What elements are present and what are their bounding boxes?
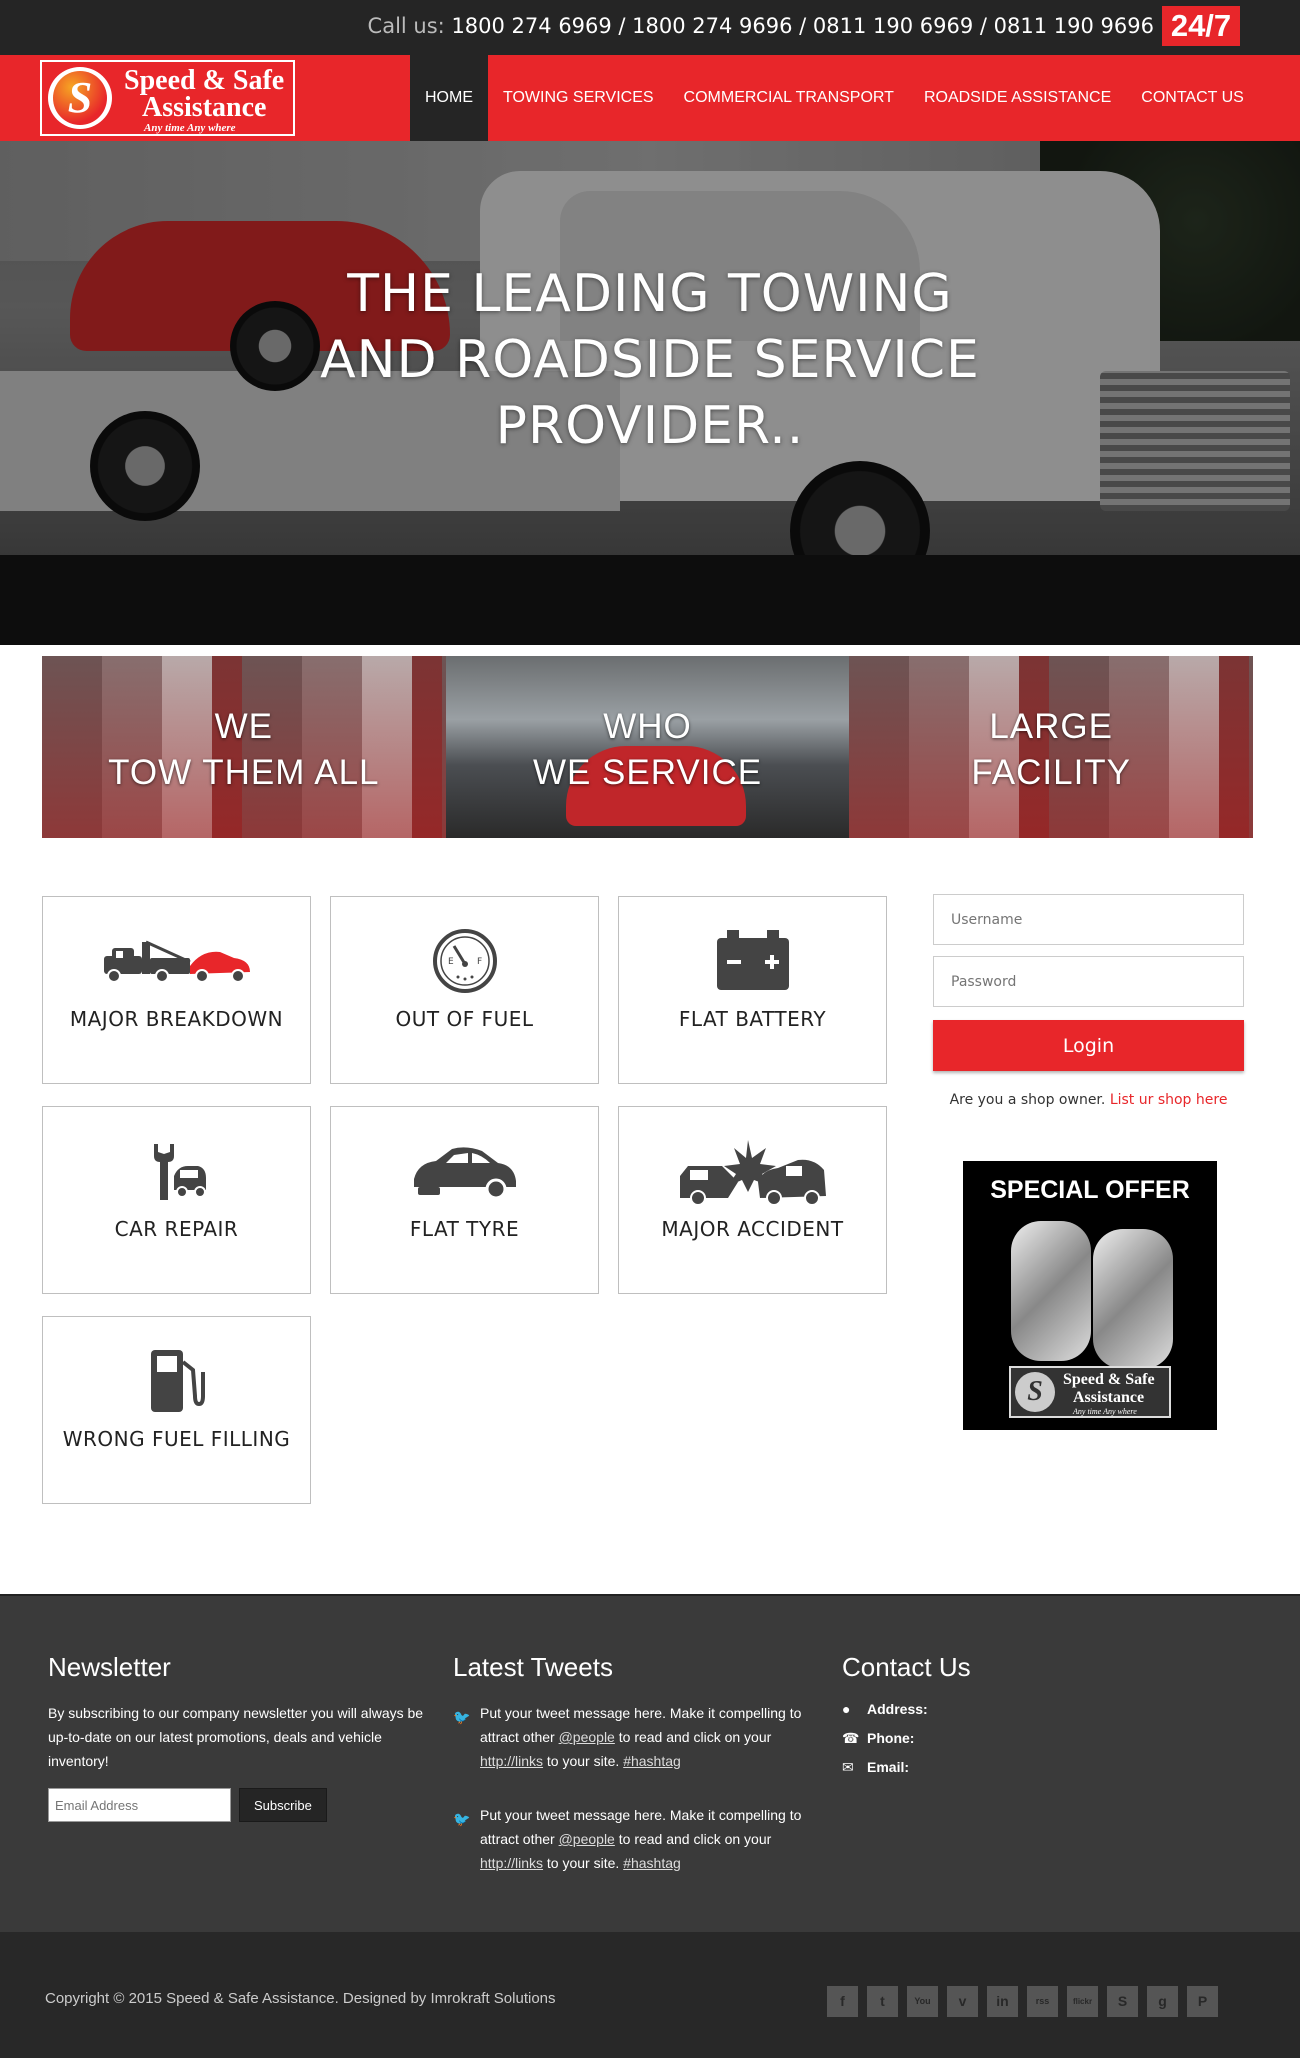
wrench-car-icon: [43, 1135, 310, 1207]
newsletter-form: Subscribe: [48, 1788, 327, 1822]
svg-text:F: F: [477, 957, 482, 967]
service-major-breakdown[interactable]: MAJOR BREAKDOWN: [42, 896, 311, 1084]
tweet-item: 🐦 Put your tweet message here. Make it c…: [453, 1807, 802, 1871]
nav-item-home[interactable]: HOME: [410, 55, 488, 141]
svg-text:E: E: [448, 957, 454, 967]
tow-truck-icon: [43, 925, 310, 997]
google-plus-icon[interactable]: g: [1147, 1986, 1178, 2017]
username-input[interactable]: [933, 894, 1244, 945]
tweet-mention-link[interactable]: @people: [559, 1831, 615, 1847]
envelope-icon: ✉: [842, 1759, 854, 1775]
flickr-icon[interactable]: flickr: [1067, 1986, 1098, 2017]
tweets-title: Latest Tweets: [453, 1652, 613, 1682]
twitter-icon: 🐦: [453, 1811, 471, 1827]
service-wrong-fuel-filling[interactable]: WRONG FUEL FILLING: [42, 1316, 311, 1504]
social-links: f t You v in rss flickr S g P: [827, 1986, 1218, 2017]
vimeo-icon[interactable]: v: [947, 1986, 978, 2017]
service-label: FLAT TYRE: [409, 1217, 520, 1241]
service-out-of-fuel[interactable]: E F OUT OF FUEL: [330, 896, 599, 1084]
skype-icon[interactable]: S: [1107, 1986, 1138, 2017]
site-logo[interactable]: S Speed & Safe Assistance Any time Any w…: [40, 60, 295, 136]
newsletter-title: Newsletter: [48, 1652, 171, 1682]
car-crash-icon: [619, 1135, 886, 1207]
logo-name-line2: Assistance: [142, 92, 267, 123]
rss-icon[interactable]: rss: [1027, 1986, 1058, 2017]
footer: Newsletter By subscribing to our company…: [0, 1594, 1300, 1932]
service-label: MAJOR ACCIDENT: [661, 1217, 844, 1241]
twitter-icon: 🐦: [453, 1709, 471, 1725]
shop-owner-text: Are you a shop owner. List ur shop here: [949, 1092, 1228, 1108]
tweet-item: 🐦 Put your tweet message here. Make it c…: [453, 1705, 802, 1769]
linkedin-icon[interactable]: in: [987, 1986, 1018, 2017]
twitter-icon[interactable]: t: [867, 1986, 898, 2017]
service-label: CAR REPAIR: [114, 1217, 239, 1241]
service-car-repair[interactable]: CAR REPAIR: [42, 1106, 311, 1294]
subscribe-button[interactable]: Subscribe: [239, 1788, 327, 1822]
map-pin-icon: ●: [842, 1701, 851, 1717]
tweet-url-link[interactable]: http://links: [480, 1855, 543, 1871]
list-shop-link[interactable]: List ur shop here: [1110, 1092, 1228, 1108]
phone-numbers: 1800 274 6969 / 1800 274 9696 / 0811 190…: [451, 14, 1154, 38]
tweet-hashtag-link[interactable]: #hashtag: [623, 1855, 681, 1871]
contact-title: Contact Us: [842, 1652, 971, 1682]
nav-item-contact-us[interactable]: CONTACT US: [1126, 55, 1259, 141]
tweet-url-link[interactable]: http://links: [480, 1753, 543, 1769]
nav-menu: HOME TOWING SERVICES COMMERCIAL TRANSPOR…: [410, 55, 1259, 141]
tweet-mention-link[interactable]: @people: [559, 1729, 615, 1745]
service-major-accident[interactable]: MAJOR ACCIDENT: [618, 1106, 887, 1294]
contact-phone: ☎ Phone:: [842, 1730, 915, 1746]
service-flat-tyre[interactable]: FLAT TYRE: [330, 1106, 599, 1294]
contact-section: Contact Us ● Address: ☎ Phone: ✉ Email:: [842, 1652, 1242, 1788]
hero-banner: THE LEADING TOWING AND ROADSIDE SERVICE …: [0, 141, 1300, 555]
hero-bottom-band: [0, 555, 1300, 645]
hero-title: THE LEADING TOWING AND ROADSIDE SERVICE …: [320, 264, 980, 456]
youtube-icon[interactable]: You: [907, 1986, 938, 2017]
service-label: FLAT BATTERY: [678, 1007, 827, 1031]
pinterest-icon[interactable]: P: [1187, 1986, 1218, 2017]
newsletter-section: Newsletter By subscribing to our company…: [48, 1652, 438, 1773]
contact-email: ✉ Email:: [842, 1759, 910, 1775]
offer-title: SPECIAL OFFER: [990, 1176, 1190, 1204]
badge-24-7: 24/7: [1162, 6, 1240, 46]
nav-item-towing-services[interactable]: TOWING SERVICES: [488, 55, 669, 141]
service-flat-battery[interactable]: FLAT BATTERY: [618, 896, 887, 1084]
feature-tow-them-all[interactable]: WE TOW THEM ALL: [42, 656, 446, 838]
brake-caliper-image: [1011, 1221, 1091, 1361]
feature-banners: WE TOW THEM ALL WHO WE SERVICE LARGE FAC…: [42, 656, 1254, 838]
service-label: WRONG FUEL FILLING: [62, 1427, 291, 1451]
phone-icon: ☎: [842, 1730, 860, 1746]
flat-tyre-icon: [331, 1135, 598, 1207]
service-label: MAJOR BREAKDOWN: [69, 1007, 284, 1031]
logo-s-icon: S: [48, 67, 112, 129]
call-us-label: Call us:: [367, 14, 445, 38]
special-offer-banner[interactable]: SPECIAL OFFER S Speed & Safe Assistance …: [963, 1161, 1217, 1430]
login-button[interactable]: Login: [933, 1020, 1244, 1071]
bottom-bar: Copyright © 2015 Speed & Safe Assistance…: [0, 1932, 1300, 2058]
tweet-hashtag-link[interactable]: #hashtag: [623, 1753, 681, 1769]
nav-item-commercial-transport[interactable]: COMMERCIAL TRANSPORT: [669, 55, 909, 141]
password-input[interactable]: [933, 956, 1244, 1007]
newsletter-email-input[interactable]: [48, 1788, 231, 1822]
tweets-section: Latest Tweets 🐦 Put your tweet message h…: [453, 1652, 853, 1905]
fuel-gauge-icon: E F: [331, 925, 598, 997]
call-us-text: Call us: 1800 274 6969 / 1800 274 9696 /…: [368, 14, 1154, 38]
feature-who-we-service[interactable]: WHO WE SERVICE: [445, 656, 850, 838]
logo-tagline: Any time Any where: [144, 122, 236, 134]
fuel-pump-icon: [43, 1345, 310, 1417]
main-navbar: S Speed & Safe Assistance Any time Any w…: [0, 55, 1300, 141]
facebook-icon[interactable]: f: [827, 1986, 858, 2017]
copyright-text: Copyright © 2015 Speed & Safe Assistance…: [45, 1990, 556, 2007]
service-label: OUT OF FUEL: [395, 1007, 534, 1031]
contact-address: ● Address:: [842, 1701, 928, 1717]
nav-item-roadside-assistance[interactable]: ROADSIDE ASSISTANCE: [909, 55, 1126, 141]
feature-large-facility[interactable]: LARGE FACILITY: [849, 656, 1254, 838]
battery-icon: [619, 925, 886, 997]
newsletter-text: By subscribing to our company newsletter…: [48, 1705, 424, 1769]
top-bar: Call us: 1800 274 6969 / 1800 274 9696 /…: [0, 0, 1300, 55]
offer-logo: S Speed & Safe Assistance Any time Any w…: [1009, 1366, 1171, 1418]
